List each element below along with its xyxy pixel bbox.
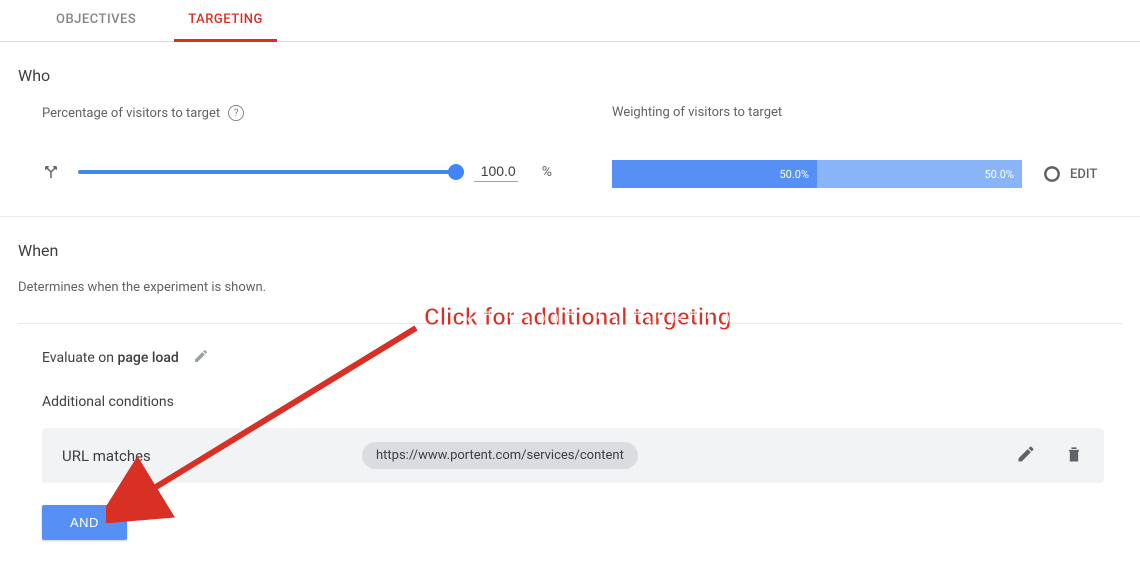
when-section: When Determines when the experiment is s… [0,217,1140,568]
weight-seg-b: 50.0% [817,160,1022,188]
edit-weights-button[interactable]: EDIT [1042,164,1097,184]
weight-seg-a: 50.0% [612,160,817,188]
and-button[interactable]: AND [42,505,127,540]
weight-bar: 50.0% 50.0% [612,160,1022,188]
split-icon [42,163,60,181]
condition-label: URL matches [62,447,362,465]
pct-input[interactable] [474,161,518,182]
weight-label: Weighting of visitors to target [612,105,1122,120]
delete-condition-icon[interactable] [1064,444,1084,468]
when-subtitle: Determines when the experiment is shown. [18,280,1122,295]
slider-thumb[interactable] [448,164,464,180]
pct-slider[interactable] [78,170,456,174]
pencil-icon[interactable] [193,348,209,368]
tabs-bar: OBJECTIVES TARGETING [0,0,1140,42]
when-divider [18,323,1122,324]
condition-card: URL matches https://www.portent.com/serv… [42,428,1104,483]
additional-conditions-label: Additional conditions [18,394,1122,410]
edit-condition-icon[interactable] [1016,444,1036,468]
pct-suffix: % [542,164,552,180]
tab-objectives[interactable]: OBJECTIVES [42,0,150,41]
help-icon[interactable]: ? [228,105,244,121]
pct-label-text: Percentage of visitors to target [42,106,220,121]
who-section: Who Percentage of visitors to target ? %… [0,42,1140,216]
evaluate-row: Evaluate on page load [18,348,1122,368]
ring-icon [1042,164,1062,184]
who-title: Who [18,66,1122,85]
pct-label: Percentage of visitors to target ? [42,105,552,121]
condition-chip: https://www.portent.com/services/content [362,442,638,469]
edit-label: EDIT [1070,167,1097,182]
annotation-overlay: Click for additional targeting [106,303,766,527]
eval-text: Evaluate on page load [42,350,179,366]
when-title: When [18,241,1122,260]
tab-targeting[interactable]: TARGETING [174,0,277,41]
annotation-text: Click for additional targeting [424,303,731,331]
